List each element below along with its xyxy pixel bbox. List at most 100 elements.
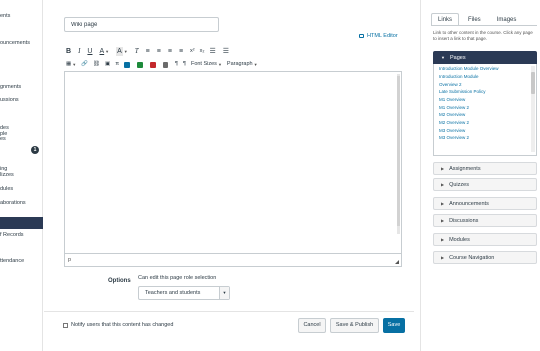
ltr-button[interactable]: ¶ bbox=[175, 60, 178, 69]
section-discussions[interactable]: ▶ Discussions bbox=[433, 214, 537, 227]
chevron-right-icon: ▶ bbox=[441, 201, 445, 206]
section-label: Course Navigation bbox=[449, 255, 495, 261]
section-assignments[interactable]: ▶ Assignments bbox=[433, 162, 537, 175]
page-link[interactable]: M1 Overview 2 bbox=[434, 105, 536, 111]
nav-active-item[interactable] bbox=[0, 217, 43, 229]
font-color-button[interactable]: A ▼ bbox=[99, 47, 109, 56]
section-quizzes[interactable]: ▶ Quizzes bbox=[433, 178, 537, 191]
bullet-list-button[interactable]: ☰ bbox=[210, 47, 216, 56]
table-icon: ▦ bbox=[66, 61, 72, 67]
edit-permission-value: Teachers and students bbox=[145, 290, 201, 296]
tab-divider bbox=[431, 25, 537, 26]
image-button[interactable]: ▣ bbox=[105, 60, 110, 69]
superscript-button[interactable]: x² bbox=[190, 47, 195, 56]
pages-header-label: Pages bbox=[449, 55, 466, 61]
numbered-list-button[interactable]: ☰ bbox=[223, 47, 229, 56]
link-button[interactable]: 🔗 bbox=[81, 60, 88, 69]
edit-permission-select[interactable]: Teachers and students ▼ bbox=[138, 286, 230, 300]
element-path[interactable]: p bbox=[68, 257, 71, 263]
section-label: Assignments bbox=[449, 166, 481, 172]
pages-list: Introduction Module Overview Introduction… bbox=[433, 64, 537, 156]
rtl-button[interactable]: ¶ bbox=[183, 60, 186, 69]
chevron-down-icon: ▼ bbox=[72, 62, 77, 67]
nav-item-fragment[interactable]: ouncements bbox=[0, 40, 42, 47]
nav-item-fragment[interactable]: es bbox=[0, 136, 42, 143]
section-course-navigation[interactable]: ▶ Course Navigation bbox=[433, 251, 537, 264]
bold-button[interactable]: B bbox=[66, 47, 71, 56]
font-sizes-label: Font Sizes bbox=[190, 61, 217, 67]
justify-button[interactable]: ≡ bbox=[179, 47, 183, 56]
unlink-button[interactable]: ⛓ bbox=[93, 60, 100, 69]
page-link[interactable]: M2 Overview bbox=[434, 112, 536, 118]
subscript-button[interactable]: x₂ bbox=[200, 47, 205, 56]
chevron-down-icon: ▼ bbox=[105, 49, 110, 54]
resize-handle-icon[interactable] bbox=[395, 260, 399, 264]
section-label: Quizzes bbox=[449, 182, 469, 188]
font-sizes-dropdown[interactable]: Font Sizes ▼ bbox=[191, 60, 222, 69]
nav-item-fragment[interactable]: gnments bbox=[0, 84, 42, 91]
section-modules[interactable]: ▶ Modules bbox=[433, 233, 537, 246]
section-label: Announcements bbox=[449, 201, 489, 207]
background-color-button[interactable]: A ▼ bbox=[116, 47, 128, 56]
html-editor-link[interactable]: HTML Editor bbox=[359, 33, 398, 39]
content-selector-sidebar: Links Files Images Link to other content… bbox=[420, 0, 540, 351]
page-link[interactable]: M3 Overview 2 bbox=[434, 135, 536, 141]
notify-label: Notify users that this content has chang… bbox=[71, 322, 174, 328]
page-link[interactable]: Overview 2 bbox=[434, 82, 536, 88]
page-title-input[interactable] bbox=[64, 17, 219, 32]
pages-scrollbar[interactable] bbox=[531, 66, 535, 152]
nav-item-fragment[interactable]: ents bbox=[0, 13, 42, 20]
page-link[interactable]: Introduction Module bbox=[434, 74, 536, 80]
align-center-button[interactable]: ≡ bbox=[157, 47, 161, 56]
rich-content-editor[interactable] bbox=[64, 71, 402, 254]
chevron-right-icon: ▶ bbox=[441, 218, 445, 223]
save-and-publish-button[interactable]: Save & Publish bbox=[330, 318, 379, 333]
nav-item-fragment[interactable]: ussions bbox=[0, 97, 42, 104]
editor-status-bar: p bbox=[64, 254, 402, 267]
editor-scrollbar-thumb[interactable] bbox=[397, 76, 400, 226]
align-left-button[interactable]: ≡ bbox=[146, 47, 150, 56]
sidebar-help-text: Link to other content in the course. Cli… bbox=[433, 30, 533, 41]
align-right-button[interactable]: ≡ bbox=[168, 47, 172, 56]
record-icon[interactable] bbox=[150, 61, 157, 68]
footer-divider bbox=[44, 311, 414, 312]
pages-scrollbar-thumb[interactable] bbox=[531, 72, 535, 94]
save-button[interactable]: Save bbox=[383, 318, 405, 333]
chevron-down-icon: ▼ bbox=[441, 55, 445, 60]
document-icon[interactable] bbox=[137, 61, 144, 68]
html-editor-label: HTML Editor bbox=[367, 33, 398, 39]
section-announcements[interactable]: ▶ Announcements bbox=[433, 197, 537, 210]
page-link[interactable]: Introduction Module Overview bbox=[434, 66, 536, 72]
cancel-button[interactable]: Cancel bbox=[298, 318, 326, 333]
page-link[interactable]: M3 Overview bbox=[434, 128, 536, 134]
nav-item-fragment[interactable]: ttendance bbox=[0, 258, 42, 265]
chevron-right-icon: ▶ bbox=[441, 166, 445, 171]
page-link[interactable]: M2 Overview 2 bbox=[434, 120, 536, 126]
nav-item-fragment[interactable]: dules bbox=[0, 186, 42, 193]
italic-button[interactable]: I bbox=[78, 47, 80, 56]
nav-item-fragment[interactable]: f Records bbox=[0, 232, 42, 239]
embed-icon[interactable] bbox=[163, 61, 169, 68]
editor-scrollbar[interactable] bbox=[397, 74, 400, 234]
table-button[interactable]: ▦ ▼ bbox=[66, 60, 76, 69]
clear-formatting-button[interactable]: T bbox=[135, 47, 139, 56]
pages-section-header[interactable]: ▼ Pages bbox=[433, 51, 537, 64]
section-label: Discussions bbox=[449, 218, 479, 224]
paragraph-dropdown[interactable]: Paragraph ▼ bbox=[227, 60, 258, 69]
notify-checkbox[interactable] bbox=[63, 322, 68, 328]
chevron-down-icon: ▼ bbox=[253, 62, 258, 67]
nav-item-fragment[interactable]: lizzes bbox=[0, 172, 42, 179]
chevron-right-icon: ▶ bbox=[441, 237, 445, 242]
font-color-icon: A bbox=[99, 48, 105, 55]
underline-button[interactable]: U bbox=[87, 47, 92, 56]
nav-item-fragment[interactable]: aborations bbox=[0, 200, 42, 207]
chevron-down-icon: ▼ bbox=[123, 49, 128, 54]
notify-users-option[interactable]: Notify users that this content has chang… bbox=[63, 322, 173, 328]
page-link[interactable]: M1 Overview bbox=[434, 97, 536, 103]
chevron-right-icon: ▶ bbox=[441, 255, 445, 260]
formatting-toolbar: B I U A ▼ A ▼ T ≡ ≡ ≡ ≡ x² x₂ ☰ ☰ bbox=[66, 47, 236, 56]
page-link[interactable]: Late Submission Policy bbox=[434, 89, 536, 95]
insert-toolbar: ▦ ▼ 🔗 ⛓ ▣ π ¶ ¶ Font Sizes ▼ Paragraph ▼ bbox=[66, 60, 263, 69]
math-button[interactable]: π bbox=[115, 60, 119, 69]
media-icon[interactable] bbox=[124, 61, 131, 68]
